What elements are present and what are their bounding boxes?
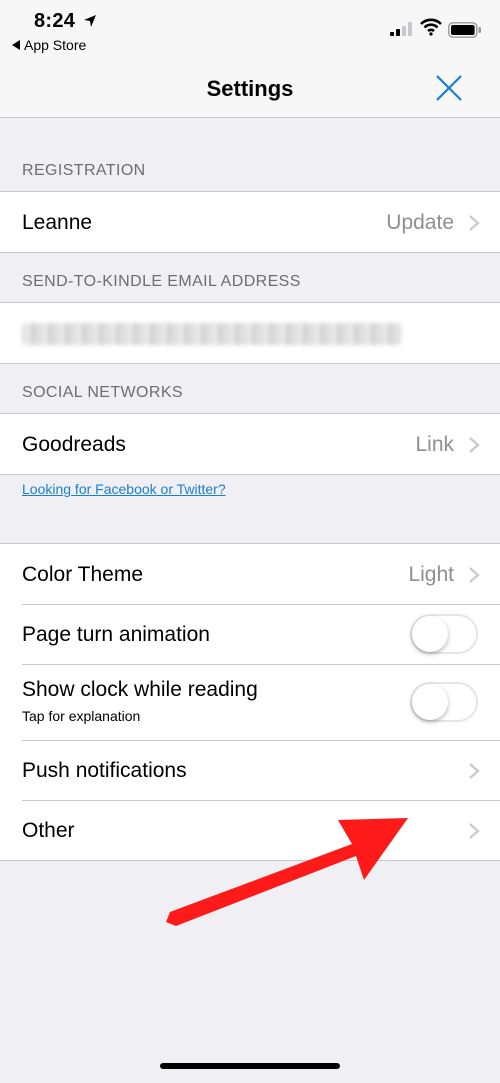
status-bar: 8:24 App Store [0, 0, 500, 62]
email-row[interactable] [0, 303, 500, 363]
other-label: Other [22, 819, 75, 842]
push-notifications-row[interactable]: Push notifications [0, 740, 500, 800]
section-header-social: SOCIAL NETWORKS [22, 384, 183, 401]
chevron-right-icon [469, 823, 480, 839]
blurred-email-address [22, 323, 402, 345]
location-arrow-icon [84, 15, 96, 27]
home-indicator [160, 1063, 340, 1069]
back-to-app-button[interactable]: App Store [12, 37, 86, 53]
page-turn-row: Page turn animation [0, 604, 500, 664]
chevron-right-icon [469, 215, 480, 231]
show-clock-row[interactable]: Show clock while reading Tap for explana… [0, 664, 500, 740]
goodreads-label: Goodreads [22, 433, 126, 456]
section-header-registration: REGISTRATION [22, 162, 146, 179]
registration-group: Leanne Update [0, 191, 500, 253]
red-arrow-annotation [166, 818, 408, 926]
push-notifications-label: Push notifications [22, 759, 187, 782]
close-icon[interactable] [434, 73, 464, 103]
page-turn-label: Page turn animation [22, 623, 210, 646]
goodreads-row[interactable]: Goodreads Link [0, 414, 500, 474]
section-header-email: SEND-TO-KINDLE EMAIL ADDRESS [22, 273, 301, 290]
back-app-label: App Store [24, 37, 87, 53]
battery-icon [448, 22, 481, 38]
status-time: 8:24 [34, 10, 76, 32]
show-clock-subtitle: Tap for explanation [22, 708, 141, 724]
registration-name: Leanne [22, 211, 93, 234]
page-turn-toggle[interactable] [410, 614, 478, 654]
color-theme-value: Light [408, 563, 454, 586]
social-group: Goodreads Link [0, 413, 500, 475]
chevron-right-icon [469, 567, 480, 583]
goodreads-link-value: Link [415, 433, 454, 456]
cellular-signal-icon [390, 22, 412, 36]
color-theme-label: Color Theme [22, 563, 143, 586]
toggle-knob [412, 684, 448, 720]
facebook-twitter-link[interactable]: Looking for Facebook or Twitter? [22, 481, 226, 497]
registration-update-value: Update [386, 211, 454, 234]
chevron-right-icon [469, 437, 480, 453]
show-clock-toggle[interactable] [410, 682, 478, 722]
wifi-icon [420, 18, 442, 36]
show-clock-label: Show clock while reading [22, 678, 258, 701]
navigation-bar: Settings [0, 62, 500, 118]
email-group [0, 302, 500, 364]
page-title: Settings [206, 76, 294, 101]
registration-row[interactable]: Leanne Update [0, 192, 500, 252]
color-theme-row[interactable]: Color Theme Light [0, 544, 500, 604]
toggle-knob [412, 616, 448, 652]
chevron-right-icon [469, 763, 480, 779]
back-triangle-icon [12, 40, 20, 50]
